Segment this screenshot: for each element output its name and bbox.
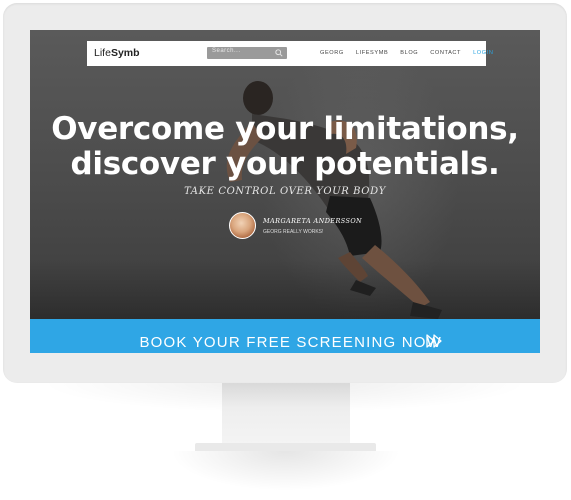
nav-item-georg[interactable]: GEORG [320, 50, 344, 60]
testimonial-name: MARGARETA ANDERSSON [263, 217, 363, 225]
stand-shadow [170, 451, 401, 491]
nav-item-blog[interactable]: BLOG [400, 50, 418, 60]
top-navbar: LifeSymb Search... GEORG LIFESYMB BLOG C… [87, 41, 493, 66]
site-logo[interactable]: LifeSymb [94, 47, 140, 59]
book-screening-button[interactable]: BOOK YOUR FREE SCREENING NOW [30, 319, 540, 353]
hero-headline: Overcome your limitations, discover your… [30, 112, 540, 182]
monitor-stand-base [195, 443, 376, 451]
monitor-screen: LifeSymb Search... GEORG LIFESYMB BLOG C… [30, 30, 540, 353]
cta-label: BOOK YOUR FREE SCREENING NOW [139, 334, 442, 351]
monitor-frame: LifeSymb Search... GEORG LIFESYMB BLOG C… [3, 3, 567, 383]
nav-item-lifesymb[interactable]: LIFESYMB [356, 50, 388, 60]
logo-text-light: Life [94, 47, 111, 59]
hero-section: LifeSymb Search... GEORG LIFESYMB BLOG C… [30, 30, 540, 319]
search-placeholder: Search... [212, 48, 241, 54]
monitor-stand-neck [222, 383, 350, 445]
logo-text-bold: Symb [110, 47, 140, 59]
hero-headline-line1: Overcome your limitations, [51, 111, 519, 147]
nav-item-login[interactable]: LOGIN [473, 50, 493, 60]
hero-subline: TAKE CONTROL OVER YOUR BODY [184, 186, 386, 197]
fast-forward-icon [426, 334, 442, 348]
avatar [229, 212, 256, 239]
nav-menu: GEORG LIFESYMB BLOG CONTACT LOGIN [320, 50, 494, 60]
search-icon[interactable] [275, 49, 283, 57]
nav-item-contact[interactable]: CONTACT [430, 50, 461, 60]
testimonial-quote: GEORG REALLY WORKS! [263, 229, 324, 235]
hero-headline-line2: discover your potentials. [70, 146, 500, 182]
search-input[interactable]: Search... [207, 47, 287, 59]
